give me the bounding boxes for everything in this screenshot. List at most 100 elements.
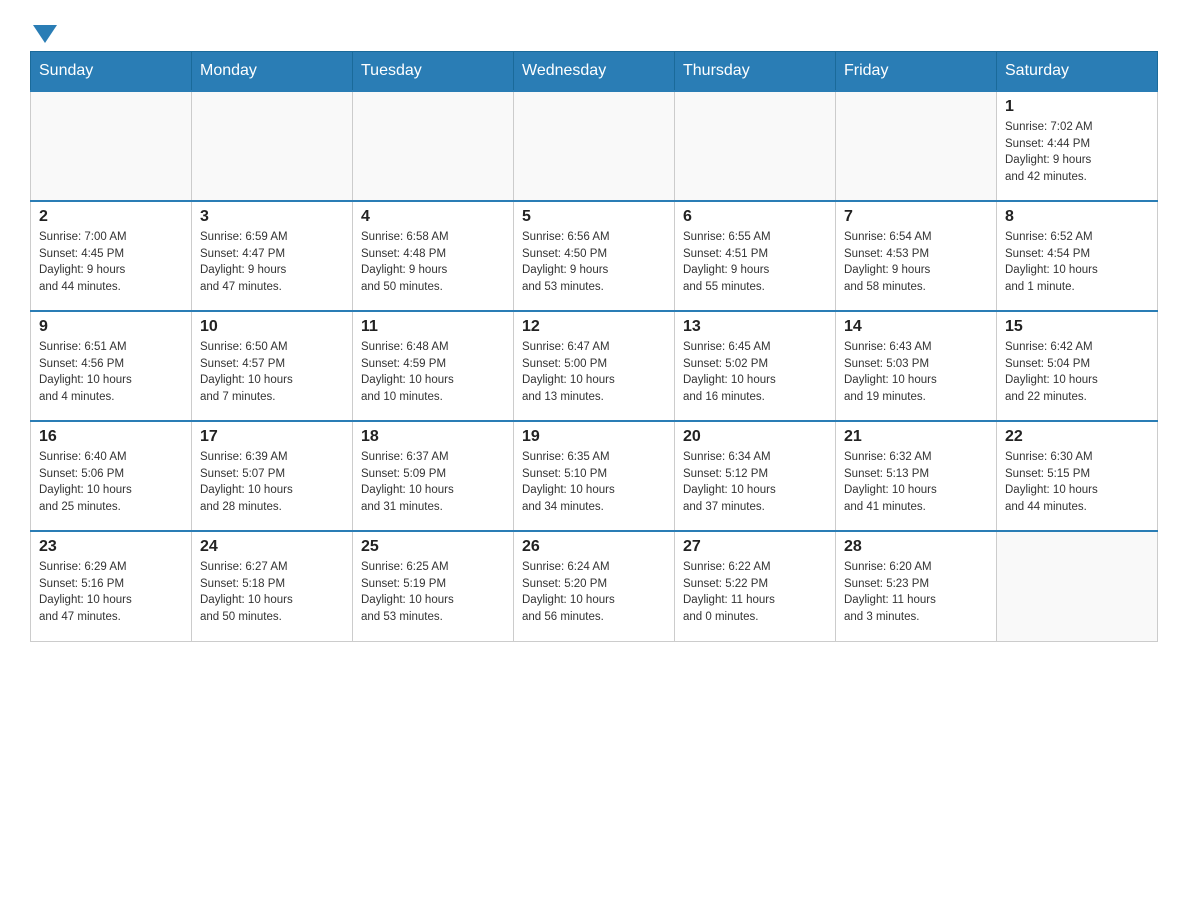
day-number: 9 [39,318,183,336]
weekday-header-tuesday: Tuesday [353,52,514,92]
day-number: 13 [683,318,827,336]
day-number: 2 [39,208,183,226]
calendar-cell: 2 Sunrise: 7:00 AM Sunset: 4:45 PM Daylig… [31,201,192,311]
calendar-cell [31,91,192,201]
calendar-cell: 11Sunrise: 6:48 AM Sunset: 4:59 PM Dayli… [353,311,514,421]
day-number: 21 [844,428,988,446]
weekday-header-monday: Monday [192,52,353,92]
calendar-cell [836,91,997,201]
day-info: Sunrise: 6:59 AM Sunset: 4:47 PM Dayligh… [200,229,344,296]
day-info: Sunrise: 6:20 AM Sunset: 5:23 PM Dayligh… [844,559,988,626]
day-info: Sunrise: 6:27 AM Sunset: 5:18 PM Dayligh… [200,559,344,626]
day-number: 28 [844,538,988,556]
calendar-cell [353,91,514,201]
day-info: Sunrise: 6:43 AM Sunset: 5:03 PM Dayligh… [844,339,988,406]
day-info: Sunrise: 6:24 AM Sunset: 5:20 PM Dayligh… [522,559,666,626]
day-info: Sunrise: 6:29 AM Sunset: 5:16 PM Dayligh… [39,559,183,626]
calendar-cell: 13 Sunrise: 6:45 AM Sunset: 5:02 PM Dayli… [675,311,836,421]
weekday-header-row: SundayMondayTuesdayWednesdayThursdayFrid… [31,52,1158,92]
day-info: Sunrise: 6:22 AM Sunset: 5:22 PM Dayligh… [683,559,827,626]
day-info: Sunrise: 6:54 AM Sunset: 4:53 PM Dayligh… [844,229,988,296]
day-number: 8 [1005,208,1149,226]
day-number: 26 [522,538,666,556]
day-number: 27 [683,538,827,556]
calendar-cell: 3 Sunrise: 6:59 AM Sunset: 4:47 PM Daylig… [192,201,353,311]
calendar-cell: 12Sunrise: 6:47 AM Sunset: 5:00 PM Dayli… [514,311,675,421]
day-number: 10 [200,318,344,336]
day-info: Sunrise: 6:51 AM Sunset: 4:56 PM Dayligh… [39,339,183,406]
day-number: 15 [1005,318,1149,336]
calendar-cell: 23 Sunrise: 6:29 AM Sunset: 5:16 PM Dayli… [31,531,192,641]
day-number: 16 [39,428,183,446]
calendar-cell: 16 Sunrise: 6:40 AM Sunset: 5:06 PM Dayli… [31,421,192,531]
day-number: 25 [361,538,505,556]
calendar-cell: 4 Sunrise: 6:58 AM Sunset: 4:48 PM Daylig… [353,201,514,311]
calendar-cell: 25 Sunrise: 6:25 AM Sunset: 5:19 PM Dayli… [353,531,514,641]
day-number: 5 [522,208,666,226]
day-number: 4 [361,208,505,226]
weekday-header-thursday: Thursday [675,52,836,92]
calendar-week-row: 23 Sunrise: 6:29 AM Sunset: 5:16 PM Dayli… [31,531,1158,641]
calendar-cell: 27 Sunrise: 6:22 AM Sunset: 5:22 PM Dayli… [675,531,836,641]
day-number: 12 [522,318,666,336]
day-number: 24 [200,538,344,556]
calendar-cell: 5Sunrise: 6:56 AM Sunset: 4:50 PM Daylig… [514,201,675,311]
day-info: Sunrise: 6:50 AM Sunset: 4:57 PM Dayligh… [200,339,344,406]
day-number: 17 [200,428,344,446]
calendar-cell: 24 Sunrise: 6:27 AM Sunset: 5:18 PM Dayli… [192,531,353,641]
day-number: 20 [683,428,827,446]
calendar-cell: 7 Sunrise: 6:54 AM Sunset: 4:53 PM Daylig… [836,201,997,311]
calendar-cell: 21 Sunrise: 6:32 AM Sunset: 5:13 PM Dayli… [836,421,997,531]
day-number: 11 [361,318,505,336]
weekday-header-friday: Friday [836,52,997,92]
calendar-week-row: 9 Sunrise: 6:51 AM Sunset: 4:56 PM Daylig… [31,311,1158,421]
day-number: 23 [39,538,183,556]
weekday-header-wednesday: Wednesday [514,52,675,92]
day-info: Sunrise: 6:52 AM Sunset: 4:54 PM Dayligh… [1005,229,1149,296]
calendar-cell: 18Sunrise: 6:37 AM Sunset: 5:09 PM Dayli… [353,421,514,531]
day-number: 14 [844,318,988,336]
calendar-cell: 15 Sunrise: 6:42 AM Sunset: 5:04 PM Dayli… [997,311,1158,421]
weekday-header-saturday: Saturday [997,52,1158,92]
logo [30,20,57,41]
day-number: 3 [200,208,344,226]
day-info: Sunrise: 6:39 AM Sunset: 5:07 PM Dayligh… [200,449,344,516]
calendar-cell: 10 Sunrise: 6:50 AM Sunset: 4:57 PM Dayli… [192,311,353,421]
calendar-cell: 14 Sunrise: 6:43 AM Sunset: 5:03 PM Dayli… [836,311,997,421]
day-info: Sunrise: 6:45 AM Sunset: 5:02 PM Dayligh… [683,339,827,406]
calendar-cell: 19 Sunrise: 6:35 AM Sunset: 5:10 PM Dayli… [514,421,675,531]
calendar-cell [514,91,675,201]
calendar-cell [192,91,353,201]
day-info: Sunrise: 6:34 AM Sunset: 5:12 PM Dayligh… [683,449,827,516]
calendar-cell: 8 Sunrise: 6:52 AM Sunset: 4:54 PM Daylig… [997,201,1158,311]
calendar-cell: 22Sunrise: 6:30 AM Sunset: 5:15 PM Dayli… [997,421,1158,531]
calendar-cell: 26 Sunrise: 6:24 AM Sunset: 5:20 PM Dayli… [514,531,675,641]
calendar-week-row: 1Sunrise: 7:02 AM Sunset: 4:44 PM Daylig… [31,91,1158,201]
day-number: 19 [522,428,666,446]
day-number: 18 [361,428,505,446]
calendar-week-row: 16 Sunrise: 6:40 AM Sunset: 5:06 PM Dayli… [31,421,1158,531]
day-info: Sunrise: 6:32 AM Sunset: 5:13 PM Dayligh… [844,449,988,516]
calendar-cell: 9 Sunrise: 6:51 AM Sunset: 4:56 PM Daylig… [31,311,192,421]
day-info: Sunrise: 6:55 AM Sunset: 4:51 PM Dayligh… [683,229,827,296]
day-number: 6 [683,208,827,226]
calendar-cell: 1Sunrise: 7:02 AM Sunset: 4:44 PM Daylig… [997,91,1158,201]
day-info: Sunrise: 7:02 AM Sunset: 4:44 PM Dayligh… [1005,119,1149,186]
day-info: Sunrise: 6:42 AM Sunset: 5:04 PM Dayligh… [1005,339,1149,406]
calendar-cell [997,531,1158,641]
calendar-week-row: 2 Sunrise: 7:00 AM Sunset: 4:45 PM Daylig… [31,201,1158,311]
day-info: Sunrise: 7:00 AM Sunset: 4:45 PM Dayligh… [39,229,183,296]
day-number: 7 [844,208,988,226]
logo-arrow-icon [33,25,57,43]
page-header [30,20,1158,41]
day-info: Sunrise: 6:35 AM Sunset: 5:10 PM Dayligh… [522,449,666,516]
weekday-header-sunday: Sunday [31,52,192,92]
calendar-cell: 28 Sunrise: 6:20 AM Sunset: 5:23 PM Dayli… [836,531,997,641]
day-info: Sunrise: 6:58 AM Sunset: 4:48 PM Dayligh… [361,229,505,296]
calendar-cell: 17 Sunrise: 6:39 AM Sunset: 5:07 PM Dayli… [192,421,353,531]
day-info: Sunrise: 6:25 AM Sunset: 5:19 PM Dayligh… [361,559,505,626]
day-info: Sunrise: 6:40 AM Sunset: 5:06 PM Dayligh… [39,449,183,516]
calendar-cell: 20 Sunrise: 6:34 AM Sunset: 5:12 PM Dayli… [675,421,836,531]
day-number: 22 [1005,428,1149,446]
calendar-cell [675,91,836,201]
